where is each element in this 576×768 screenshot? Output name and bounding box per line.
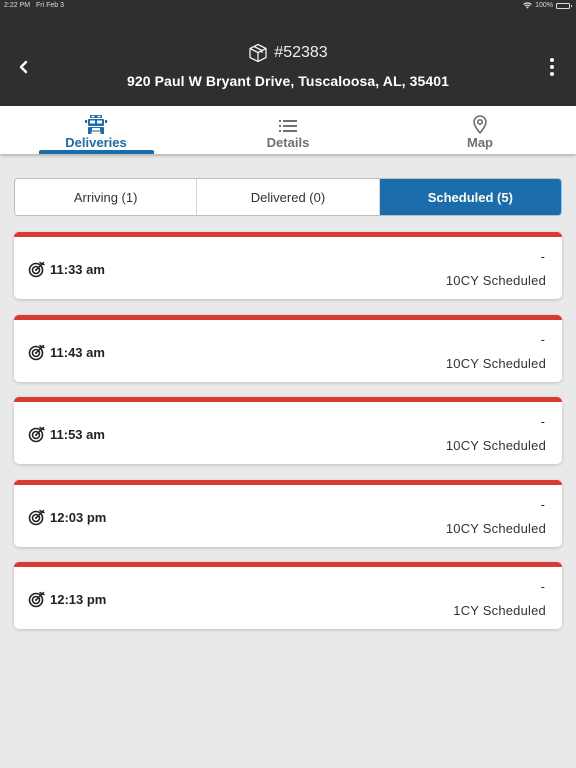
delivery-status: 10CY Scheduled (445, 273, 546, 288)
delivery-time: 12:13 pm (50, 592, 107, 607)
delivery-time: 11:43 am (50, 344, 105, 360)
status-right: 100% (523, 2, 572, 9)
battery-icon (556, 2, 572, 9)
battery-percent: 100% (535, 2, 553, 9)
delivery-status: 10CY Scheduled (445, 520, 546, 536)
order-number: #52383 (274, 44, 328, 61)
delivery-ticket: - (540, 249, 545, 264)
delivery-card[interactable]: 12:03 pm - 10CY Scheduled (14, 479, 562, 547)
delivery-ticket: - (540, 414, 545, 429)
segment-arriving[interactable]: Arriving (1) (15, 179, 198, 215)
package-icon (249, 43, 267, 63)
tab-label: Map (467, 135, 493, 150)
truck-icon (85, 115, 107, 134)
delivery-status: 1CY Scheduled (453, 603, 546, 618)
tab-bar: Deliveries Details Map (0, 106, 576, 154)
delivery-list: 11:33 am - 10CY Scheduled 11:43 am - 10C… (14, 232, 562, 645)
app-header: 2:22 PM Fri Feb 3 100% #52383 920 Paul W… (0, 0, 576, 106)
tab-label: Details (266, 135, 310, 150)
status-bar: 2:22 PM Fri Feb 3 100% (0, 0, 576, 12)
delivery-card[interactable]: 11:33 am - 10CY Scheduled (14, 232, 562, 299)
delivery-time: 12:03 pm (50, 509, 107, 525)
status-date: Fri Feb 3 (36, 2, 65, 9)
delivery-card[interactable]: 11:53 am - 10CY Scheduled (14, 397, 562, 464)
delivery-time: 11:33 am (50, 262, 105, 277)
target-icon (28, 344, 45, 360)
map-pin-icon (473, 115, 487, 134)
delivery-card[interactable]: 12:13 pm - 1CY Scheduled (14, 562, 562, 629)
target-icon (28, 509, 45, 525)
target-icon (28, 261, 45, 278)
target-icon (28, 591, 45, 608)
more-options-button[interactable] (542, 56, 562, 78)
tab-label: Deliveries (65, 135, 127, 150)
segment-delivered[interactable]: Delivered (0) (197, 179, 380, 215)
delivery-ticket: - (540, 579, 545, 594)
job-address: 920 Paul W Bryant Drive, Tuscaloosa, AL,… (126, 73, 450, 89)
tab-details[interactable]: Details (192, 106, 384, 154)
order-title: #52383 (0, 43, 576, 63)
delivery-status: 10CY Scheduled (445, 438, 546, 453)
wifi-icon (523, 2, 532, 9)
delivery-filter-segmented-control: Arriving (1) Delivered (0) Scheduled (5) (14, 178, 562, 216)
list-icon (279, 120, 297, 132)
delivery-ticket: - (540, 331, 545, 347)
segment-scheduled[interactable]: Scheduled (5) (379, 179, 561, 215)
tab-deliveries[interactable]: Deliveries (0, 106, 192, 154)
active-tab-indicator (39, 150, 154, 154)
status-time: 2:22 PM (4, 2, 31, 9)
delivery-card[interactable]: 11:43 am - 10CY Scheduled (14, 314, 562, 382)
target-icon (28, 426, 45, 443)
tab-map[interactable]: Map (384, 106, 576, 154)
delivery-ticket: - (540, 496, 545, 512)
more-vertical-icon (550, 58, 554, 62)
delivery-time: 11:53 am (50, 427, 105, 442)
delivery-status: 10CY Scheduled (445, 355, 546, 371)
